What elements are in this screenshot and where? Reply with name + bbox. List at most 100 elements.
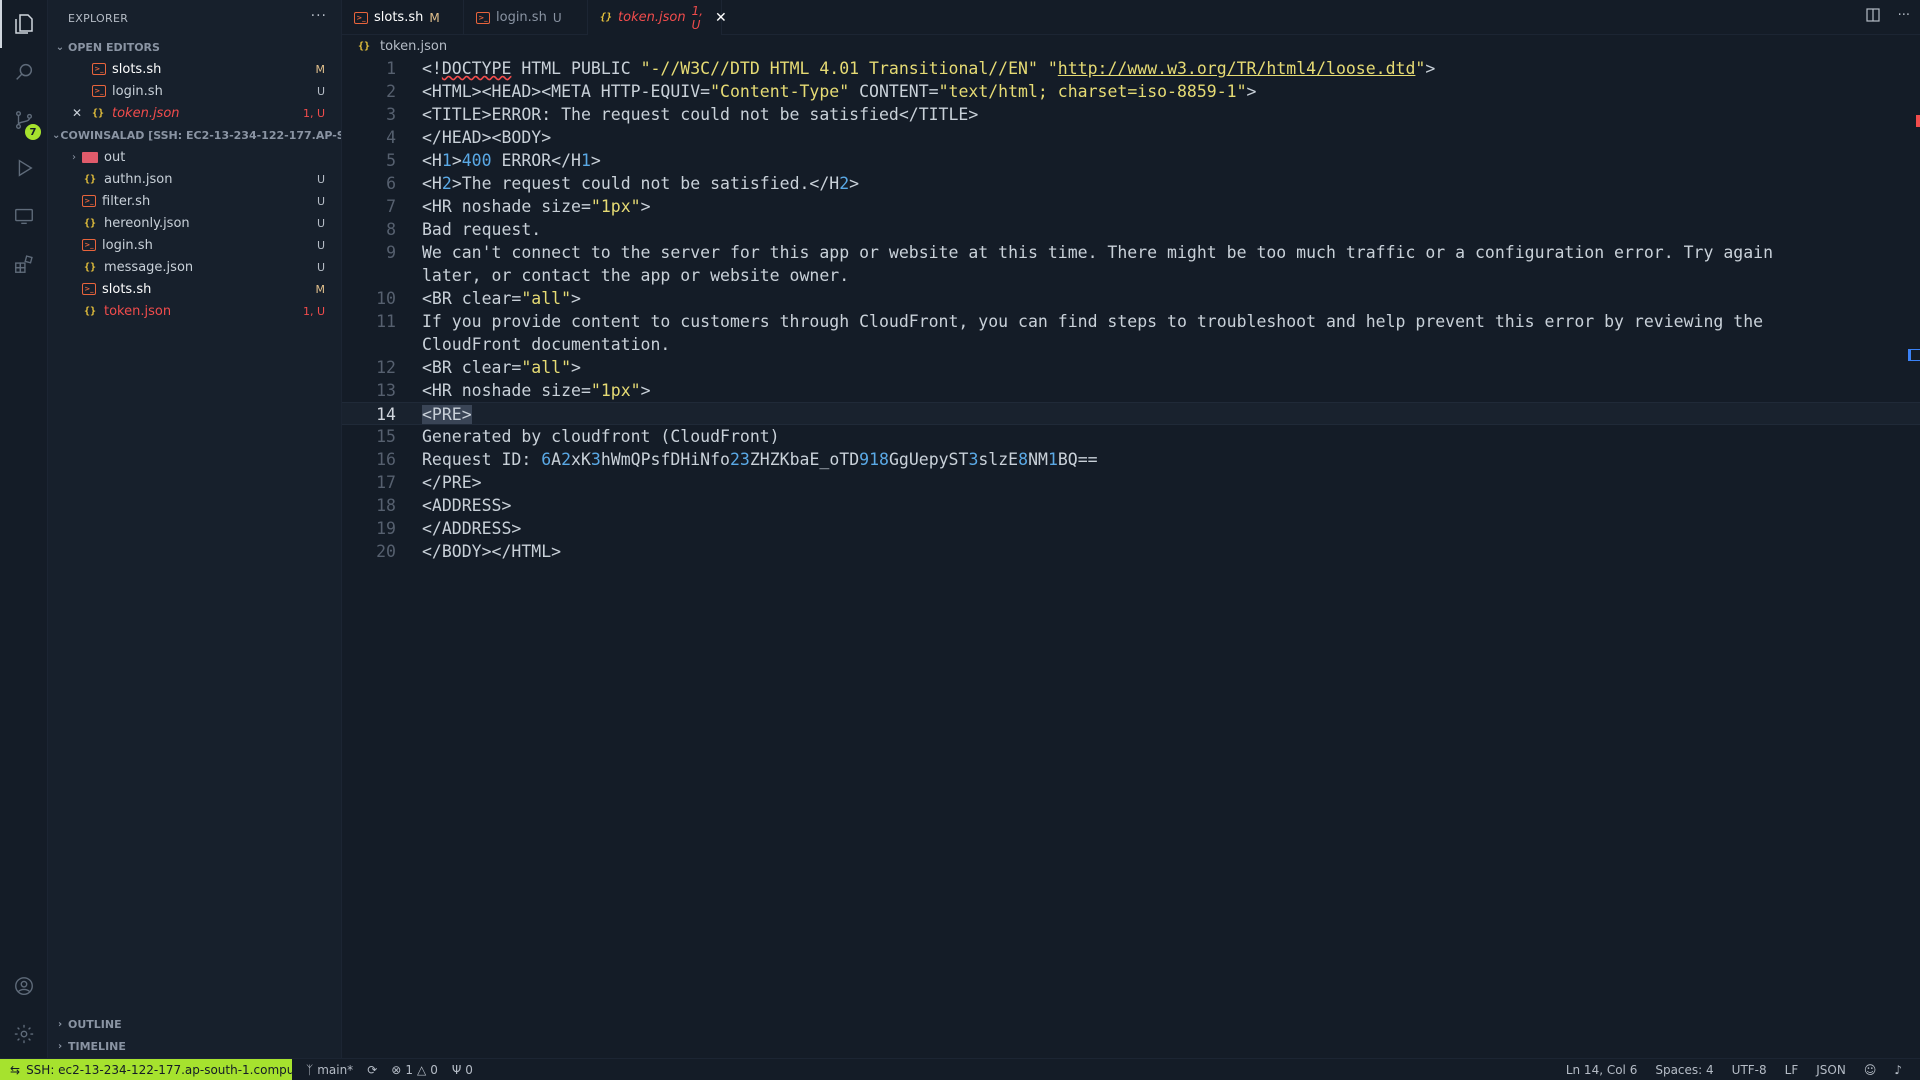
end-of-line[interactable]: LF — [1785, 1063, 1799, 1077]
json-file-icon: {} — [83, 217, 97, 229]
explorer-header: EXPLORER ··· — [48, 0, 341, 36]
encoding[interactable]: UTF-8 — [1732, 1063, 1767, 1077]
git-status-badge: U — [316, 194, 325, 208]
code-line: 13 <HR noshade size="1px"> — [342, 379, 1920, 402]
outline-header[interactable]: › OUTLINE — [48, 1013, 342, 1035]
status-bar-right: Ln 14, Col 6 Spaces: 4 UTF-8 LF JSON ☺ ♪ — [1566, 1059, 1920, 1080]
editor-actions: ··· — [1865, 8, 1910, 26]
extensions-icon[interactable] — [0, 240, 48, 288]
ports-indicator[interactable]: Ψ 0 — [452, 1063, 473, 1077]
code-text: </HEAD><BODY> — [422, 128, 552, 147]
line-number: 2 — [386, 82, 396, 101]
language-mode[interactable]: JSON — [1816, 1063, 1846, 1077]
code-line: 18 <ADDRESS> — [342, 494, 1920, 517]
error-count: 1 — [405, 1062, 413, 1077]
line-number: 8 — [386, 220, 396, 239]
code-text: </BODY></HTML> — [422, 542, 562, 561]
more-actions-icon[interactable]: ··· — [311, 8, 327, 24]
explorer-icon[interactable] — [0, 0, 48, 48]
remote-indicator[interactable]: ⇆ SSH: ec2-13-234-122-177.ap-south-1.com… — [0, 1058, 292, 1080]
tab-slots-sh[interactable]: >_ slots.sh M — [342, 0, 464, 35]
source-control-icon[interactable]: 7 — [0, 96, 48, 144]
close-tab-icon[interactable]: ✕ — [715, 10, 727, 26]
ports-count: 0 — [465, 1062, 473, 1077]
timeline-header[interactable]: › TIMELINE — [48, 1035, 342, 1057]
workspace-label: COWINSALAD [SSH: EC2-13-234-122-177.AP-S… — [60, 128, 341, 142]
json-file-icon: {} — [83, 173, 97, 185]
json-file-icon: {} — [600, 12, 613, 23]
notifications-bell-icon[interactable]: ♪ — [1894, 1063, 1902, 1077]
code-editor[interactable]: 1 <!DOCTYPE HTML PUBLIC "-//W3C//DTD HTML… — [342, 57, 1920, 1058]
line-number: 19 — [376, 519, 396, 538]
editor-tabbar: >_ slots.sh M >_ login.sh U {} token.jso… — [342, 0, 1920, 35]
folder-item[interactable]: › out — [48, 146, 341, 168]
search-icon[interactable] — [0, 48, 48, 96]
file-name: login.sh — [102, 237, 153, 253]
timeline-label: TIMELINE — [68, 1039, 126, 1053]
open-editor-item-active[interactable]: ✕ {} token.json 1, U — [48, 102, 341, 124]
file-item[interactable]: {} hereonly.json U — [48, 212, 341, 234]
radio-tower-icon: Ψ — [451, 1062, 462, 1077]
chevron-right-icon: › — [57, 1018, 63, 1030]
source-control-badge: 7 — [25, 124, 41, 140]
code-text: </ADDRESS> — [422, 519, 522, 538]
folder-icon — [82, 151, 98, 163]
open-editor-item[interactable]: >_ slots.sh M — [48, 58, 341, 80]
code-text: <PRE> — [422, 405, 472, 424]
open-editors-header[interactable]: ⌄ OPEN EDITORS — [48, 36, 341, 58]
breadcrumb[interactable]: {} token.json — [342, 35, 447, 57]
line-number: 9 — [386, 243, 396, 262]
file-name: filter.sh — [102, 193, 151, 209]
tab-login-sh[interactable]: >_ login.sh U — [464, 0, 588, 35]
remote-explorer-icon[interactable] — [0, 192, 48, 240]
code-line: 20 </BODY></HTML> — [342, 540, 1920, 563]
cursor-position[interactable]: Ln 14, Col 6 — [1566, 1063, 1638, 1077]
branch-indicator[interactable]: ᛉ main* — [306, 1063, 353, 1077]
more-actions-icon[interactable]: ··· — [1898, 8, 1910, 26]
close-icon[interactable]: ✕ — [72, 106, 82, 120]
run-debug-icon[interactable] — [0, 144, 48, 192]
code-line: 3 <TITLE>ERROR: The request could not be … — [342, 103, 1920, 126]
tab-status: U — [552, 10, 562, 25]
file-item-selected[interactable]: {} token.json 1, U — [48, 300, 341, 322]
file-name: message.json — [104, 259, 194, 275]
code-text: <TITLE>ERROR: The request could not be s… — [422, 105, 979, 124]
file-name: slots.sh — [112, 61, 162, 77]
code-line: 1 <!DOCTYPE HTML PUBLIC "-//W3C//DTD HTML… — [342, 57, 1920, 80]
file-item[interactable]: {} authn.json U — [48, 168, 341, 190]
chevron-down-icon: ⌄ — [55, 41, 65, 53]
feedback-icon[interactable]: ☺ — [1864, 1063, 1877, 1077]
file-item[interactable]: {} message.json U — [48, 256, 341, 278]
problems-indicator[interactable]: ⊗ 1 △ 0 — [391, 1063, 438, 1077]
settings-gear-icon[interactable] — [0, 1010, 48, 1058]
code-line: 4 </HEAD><BODY> — [342, 126, 1920, 149]
file-item[interactable]: >_ login.sh U — [48, 234, 341, 256]
code-line: 19 </ADDRESS> — [342, 517, 1920, 540]
tab-token-json[interactable]: {} token.json 1, U ✕ — [588, 0, 727, 35]
status-bar: ⇆ SSH: ec2-13-234-122-177.ap-south-1.com… — [0, 1058, 1920, 1080]
line-number: 10 — [376, 289, 396, 308]
split-editor-icon[interactable] — [1865, 8, 1880, 26]
line-number: 15 — [376, 427, 396, 446]
chevron-down-icon: ⌄ — [52, 129, 61, 141]
tab-label: token.json — [618, 10, 686, 25]
code-line: 12 <BR clear="all"> — [342, 356, 1920, 379]
file-item[interactable]: >_ slots.sh M — [48, 278, 341, 300]
code-line: 6 <H2>The request could not be satisfied.… — [342, 172, 1920, 195]
json-file-icon: {} — [91, 107, 105, 119]
workspace-header[interactable]: ⌄ COWINSALAD [SSH: EC2-13-234-122-177.AP… — [48, 124, 341, 146]
code-line-wrap: CloudFront documentation. — [342, 333, 1920, 356]
indentation[interactable]: Spaces: 4 — [1655, 1063, 1713, 1077]
tab-label: login.sh — [496, 10, 547, 25]
line-number: 12 — [376, 358, 396, 377]
code-text: <BR clear="all"> — [422, 358, 581, 377]
line-number: 1 — [386, 59, 396, 78]
file-item[interactable]: >_ filter.sh U — [48, 190, 341, 212]
open-editor-item[interactable]: >_ login.sh U — [48, 80, 341, 102]
code-text: <H2>The request could not be satisfied.<… — [422, 174, 860, 193]
code-text: <HR noshade size="1px"> — [422, 381, 651, 400]
remote-icon: ⇆ — [10, 1062, 21, 1077]
sync-button[interactable]: ⟳ — [367, 1063, 377, 1077]
code-line: 9 We can't connect to the server for this… — [342, 241, 1920, 264]
account-icon[interactable] — [0, 962, 48, 1010]
